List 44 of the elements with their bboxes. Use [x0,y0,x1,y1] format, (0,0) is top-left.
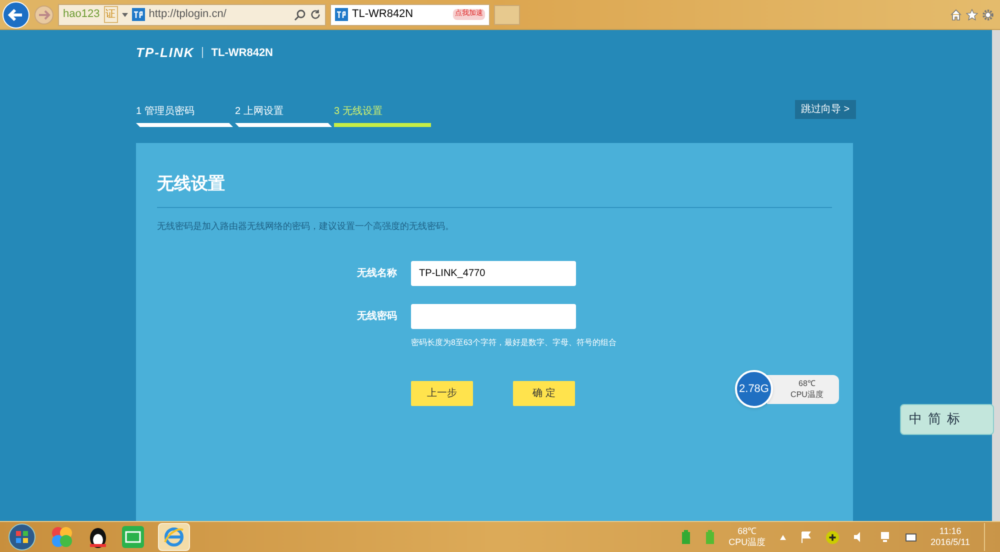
caption-text: CPU温度 [728,537,766,548]
input-field[interactable] [411,304,576,329]
input-field[interactable]: TP-LINK_4770 [411,261,576,286]
temperature-text: 68℃ [738,526,757,537]
wizard-button[interactable]: 上一步 [411,381,473,406]
site-icon [335,8,348,21]
search-icon[interactable] [294,8,306,20]
refresh-icon[interactable] [310,9,321,20]
caption-text: CPU温度 [790,389,824,400]
url-text: http://tplogin.cn/ [148,7,228,22]
description-text: 无线密码是加入路由器无线网络的密码，建议设置一个高强度的无线密码。 [157,220,455,232]
field-label: 无线密码 [357,310,397,324]
favorite-badge: 证 [104,6,118,23]
browser-e-icon [163,526,185,548]
step-label: 1 管理员密码 [136,104,196,119]
new-tab-button[interactable] [494,4,520,24]
hint-text: 密码长度为8至63个字符，最好是数字、字母、符号的组合 [411,337,618,349]
settings-icon[interactable] [982,8,994,20]
back-button[interactable] [2,0,30,28]
wizard-button[interactable]: 确 定 [513,381,575,406]
temperature-text: 68℃ [798,378,816,389]
favorites-star-icon[interactable] [966,8,978,20]
ime-status-badge[interactable]: 中简标 [900,404,994,435]
site-icon [132,8,145,21]
dropdown-icon[interactable] [122,12,128,16]
address-bar[interactable]: hao123 证 http://tplogin.cn/ [58,4,326,26]
plus-circle-icon[interactable] [826,530,839,544]
field-label: 无线名称 [357,266,397,281]
home-icon[interactable] [950,8,962,20]
section-title: 无线设置 [157,171,832,208]
skip-wizard-button[interactable]: 跳过向导 > [795,100,856,119]
video-app-icon[interactable] [122,526,144,548]
step-label: 3 无线设置 [334,104,384,119]
forward-button[interactable] [34,4,54,24]
app-icon[interactable] [50,525,74,549]
caret-up-icon[interactable] [780,534,786,540]
step-label: 2 上网设置 [235,104,284,119]
scrollbar-track[interactable] [992,30,1000,521]
browser-taskbar-button[interactable] [158,523,190,551]
flag-icon[interactable] [800,531,812,543]
start-button[interactable] [8,523,36,551]
brand-logo: TP-LINK [136,44,194,62]
model-name: TL-WR842N [211,46,274,60]
penguin-icon[interactable] [88,525,108,549]
